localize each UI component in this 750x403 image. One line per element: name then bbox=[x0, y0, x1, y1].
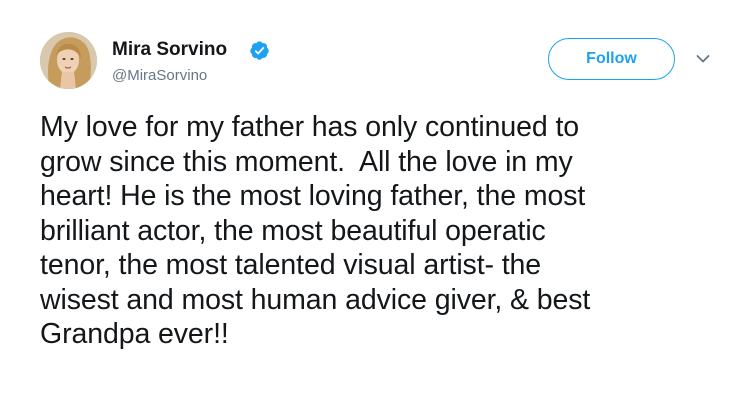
tweet-text-line: Grandpa ever!! bbox=[40, 318, 229, 350]
tweet-text-line: grow since this moment. All the love in … bbox=[40, 145, 573, 178]
tweet-text-line: My love for my father has only continued… bbox=[40, 111, 580, 143]
tweet-text-line: wisest and most human advice giver, & be… bbox=[40, 283, 591, 316]
tweet-text-line: tenor, the most talented visual artist- … bbox=[40, 249, 542, 281]
tweet-card: Mira Sorvino @MiraSorvino Follow My love… bbox=[0, 0, 750, 403]
tweet-text-line: brilliant actor, the most beautiful oper… bbox=[40, 214, 546, 247]
author-avatar[interactable] bbox=[40, 32, 97, 89]
verified-badge-icon bbox=[249, 40, 270, 61]
chevron-down-icon[interactable] bbox=[696, 54, 710, 64]
tweet-text-line: heart! He is the most loving father, the… bbox=[40, 180, 586, 212]
tweet-text: My love for my father has only continued… bbox=[40, 110, 730, 352]
author-display-name[interactable]: Mira Sorvino bbox=[112, 39, 227, 61]
avatar-image bbox=[40, 32, 97, 89]
author-handle[interactable]: @MiraSorvino bbox=[112, 67, 207, 84]
follow-button[interactable]: Follow bbox=[548, 38, 675, 80]
